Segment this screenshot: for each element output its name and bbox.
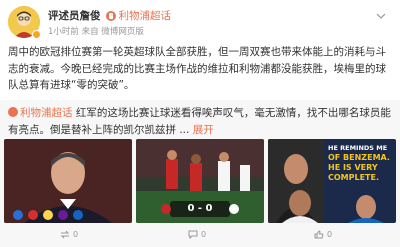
repost-icon (60, 230, 70, 239)
supertopic-link[interactable]: 利物浦超话 (105, 8, 172, 23)
repost-topic-label: 利物浦超话 (20, 107, 73, 119)
comment-count: 0 (201, 230, 207, 239)
repost-count: 0 (73, 230, 79, 239)
author-name[interactable]: 评述员詹俊 (48, 8, 101, 23)
comment-icon (188, 230, 198, 239)
supertopic-icon (105, 10, 116, 21)
quote-line-2: OF BENZEMA. (328, 153, 390, 162)
repost-button[interactable]: 0 (60, 230, 78, 239)
name-row: 评述员詹俊 利物浦超话 (48, 8, 171, 23)
like-count: 0 (327, 230, 333, 239)
quote-text: HE REMINDS ME OF BENZEMA. HE IS VERY COM… (328, 143, 394, 183)
verified-badge-icon (32, 30, 41, 39)
repost-topic-link[interactable]: 利物浦超话 (8, 107, 73, 119)
expand-link[interactable]: 展开 (193, 124, 214, 136)
chevron-down-icon[interactable] (376, 8, 386, 22)
thumbs-up-icon (314, 230, 324, 239)
quote-line-4: COMPLETE. (328, 173, 380, 182)
post-meta: 1小时前 来自 微博网页版 (48, 27, 144, 37)
repost-block[interactable]: 利物浦超话 红军的这场比赛让球迷看得唉声叹气，毫无激情，找不出哪名球员能有亮点。… (0, 100, 400, 247)
image-quote-graphic[interactable]: HE REMINDS ME OF BENZEMA. HE IS VERY COM… (268, 139, 396, 223)
image-match-action[interactable]: 0 - 0 (136, 139, 264, 223)
post-header: 评述员詹俊 利物浦超话 1小时前 来自 微博网页版 (8, 6, 392, 40)
supertopic-icon (8, 107, 18, 117)
like-button[interactable]: 0 (314, 230, 332, 239)
action-bar: 0 0 0 (0, 230, 400, 247)
supertopic-label: 利物浦超话 (118, 10, 172, 22)
quote-line-1: HE REMINDS ME (328, 144, 388, 152)
quote-line-3: HE IS VERY (328, 163, 378, 172)
repost-text-block: 利物浦超话 红军的这场比赛让球迷看得唉声叹气，毫无激情，找不出哪名球员能有亮点。… (8, 105, 394, 138)
image-manager-photo[interactable] (4, 139, 132, 223)
comment-button[interactable]: 0 (188, 230, 206, 239)
score-overlay: 0 - 0 (187, 203, 213, 214)
post-text: 周中的欧冠排位赛第一轮英超球队全部获胜，但一周双赛也带来体能上的消耗与斗志的衰减… (8, 46, 386, 91)
